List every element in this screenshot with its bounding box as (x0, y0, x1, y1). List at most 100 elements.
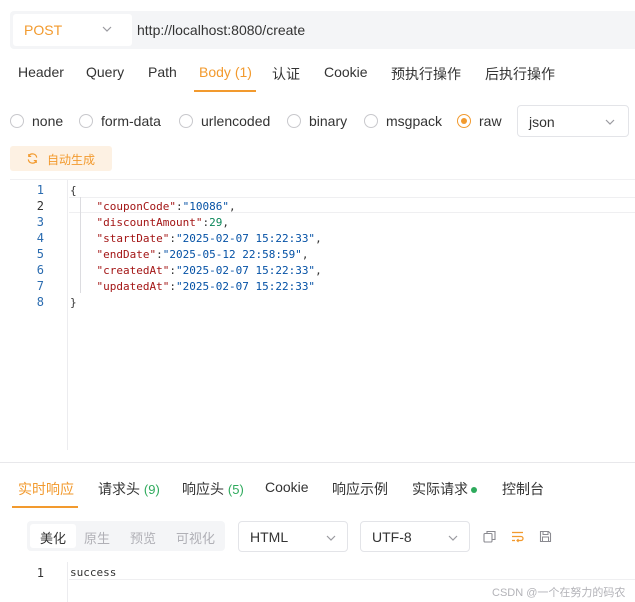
code-token: 29 (209, 216, 223, 229)
copy-icon[interactable] (482, 529, 497, 544)
tab-pre-script[interactable]: 预执行操作 (391, 64, 461, 84)
radio-urlencoded[interactable]: urlencoded (179, 113, 270, 129)
tab-post-script[interactable]: 后执行操作 (485, 64, 555, 84)
code-line: "discountAmount":29, (70, 216, 229, 229)
code-token: , (301, 248, 309, 261)
response-line-number: 1 (36, 566, 44, 580)
tab-request-headers[interactable]: 请求头 (9) (98, 479, 160, 499)
line-number: 4 (36, 231, 44, 245)
radio-label: msgpack (386, 113, 443, 129)
response-type-select[interactable]: HTML (238, 521, 348, 552)
line-number: 5 (36, 247, 44, 261)
tab-response-headers[interactable]: 响应头 (5) (182, 479, 244, 499)
radio-binary[interactable]: binary (287, 113, 347, 129)
code-token: "updatedAt" (96, 280, 170, 293)
refresh-icon (27, 153, 38, 164)
auto-generate-button[interactable]: 自动生成 (10, 146, 112, 171)
code-line: } (70, 296, 77, 309)
tab-label: Query (86, 64, 125, 80)
radio-raw[interactable]: raw (457, 113, 502, 129)
tab-label: 预执行操作 (391, 66, 461, 82)
tab-body[interactable]: Body (1) (199, 64, 252, 80)
code-token: "couponCode" (96, 200, 176, 213)
response-body-text[interactable]: success (70, 566, 116, 579)
tab-label: 响应头 (182, 481, 224, 497)
radio-label: urlencoded (201, 113, 271, 129)
tab-label: Cookie (265, 479, 309, 495)
tab-label: Path (148, 64, 177, 80)
tab-console[interactable]: 控制台 (502, 479, 544, 499)
response-tabs: 实时响应 请求头 (9) 响应头 (5) Cookie 响应示例 实际请求 控制… (0, 463, 635, 508)
code-token: : (169, 232, 176, 245)
mode-label: 预览 (130, 531, 157, 546)
radio-circle (179, 114, 193, 128)
radio-label: raw (479, 113, 502, 129)
tab-label: Header (18, 64, 64, 80)
active-tab-indicator (194, 90, 256, 92)
tab-path[interactable]: Path (148, 64, 177, 80)
tab-count: (9) (143, 482, 160, 497)
save-icon[interactable] (538, 529, 553, 544)
code-token: "2025-02-07 15:22:33" (175, 280, 316, 293)
tab-label: 响应示例 (332, 481, 388, 497)
code-token: , (222, 216, 229, 229)
tab-label: 后执行操作 (485, 66, 555, 82)
method-select[interactable]: POST (13, 14, 132, 46)
encoding-select[interactable]: UTF-8 (360, 521, 470, 552)
tab-label: Body (199, 64, 231, 80)
mode-beautify[interactable]: 美化 (30, 524, 77, 548)
tab-label: Cookie (324, 64, 368, 80)
radio-form-data[interactable]: form-data (79, 113, 161, 129)
radio-circle (287, 114, 301, 128)
url-bar: POST http://localhost:8080/create (10, 11, 635, 49)
code-token: } (70, 296, 77, 309)
chevron-down-icon (102, 26, 112, 32)
radio-msgpack[interactable]: msgpack (364, 113, 442, 129)
url-input[interactable]: http://localhost:8080/create (137, 22, 305, 38)
mode-preview[interactable]: 预览 (120, 524, 166, 548)
tab-live-response[interactable]: 实时响应 (18, 479, 74, 499)
code-token: "endDate" (96, 248, 157, 261)
tab-actual-request[interactable]: 实际请求 (412, 479, 477, 499)
radio-circle (364, 114, 378, 128)
chevron-down-icon (326, 535, 336, 541)
tab-count: (5) (227, 482, 244, 497)
code-token: "10086" (182, 200, 229, 213)
tab-auth[interactable]: 认证 (272, 64, 300, 84)
mode-raw[interactable]: 原生 (74, 524, 120, 548)
code-token: : (169, 280, 176, 293)
code-token: : (156, 248, 163, 261)
watermark: CSDN @一个在努力的码农 (492, 587, 626, 599)
radio-circle (79, 114, 93, 128)
tab-query[interactable]: Query (86, 64, 124, 80)
view-mode-segmented: 美化 原生 预览 可视化 (27, 521, 225, 551)
tab-cookie[interactable]: Cookie (324, 64, 368, 80)
code-line: "createdAt":"2025-02-07 15:22:33", (70, 264, 322, 277)
tab-response-cookie[interactable]: Cookie (265, 479, 309, 495)
code-token: , (315, 232, 322, 245)
mode-visualize[interactable]: 可视化 (166, 524, 225, 548)
code-token: "discountAmount" (96, 216, 203, 229)
code-token: "2025-05-12 22:58:59" (162, 248, 302, 261)
mode-label: 原生 (84, 531, 111, 546)
auto-generate-label: 自动生成 (47, 153, 96, 167)
chevron-down-icon (448, 535, 458, 541)
line-number: 2 (36, 199, 44, 213)
code-line: "couponCode":"10086", (70, 200, 236, 213)
tab-response-example[interactable]: 响应示例 (332, 479, 388, 499)
code-line: "startDate":"2025-02-07 15:22:33", (70, 232, 322, 245)
code-line: { (70, 184, 77, 197)
radio-none[interactable]: none (10, 113, 63, 129)
tab-label: 实际请求 (412, 481, 468, 497)
tab-label: 认证 (272, 66, 300, 82)
tab-header[interactable]: Header (18, 64, 64, 80)
request-body-editor[interactable]: 12345678 { "couponCode":"10086", "discou… (10, 179, 635, 450)
format-select[interactable]: json (517, 105, 629, 137)
wrap-icon[interactable] (510, 529, 525, 544)
radio-circle (10, 114, 24, 128)
